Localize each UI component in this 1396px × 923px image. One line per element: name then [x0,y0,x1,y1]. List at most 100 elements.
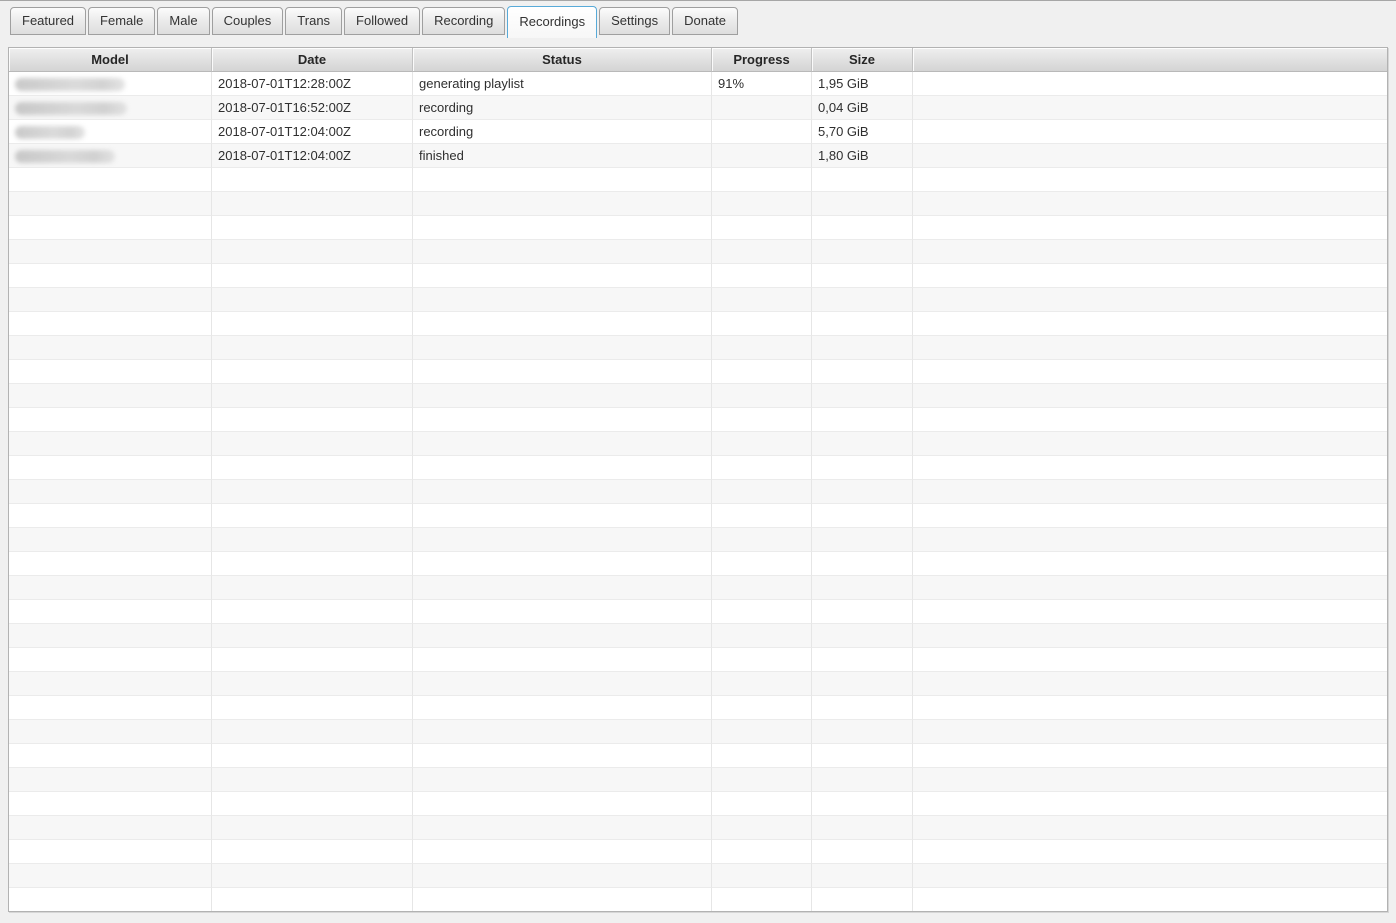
size-cell: 1,95 GiB [812,72,913,96]
model-cell [9,120,212,144]
table-row[interactable]: 2018-07-01T16:52:00Z recording 0,04 GiB [9,96,1387,120]
tab-followed[interactable]: Followed [344,7,420,35]
table-row-empty [9,600,1387,624]
empty-cell [812,576,913,600]
empty-cell [712,432,812,456]
empty-cell [913,816,1387,840]
table-row[interactable]: 2018-07-01T12:04:00Z recording 5,70 GiB [9,120,1387,144]
empty-cell [9,720,212,744]
table-row-empty [9,408,1387,432]
empty-cell [212,288,413,312]
empty-cell [812,288,913,312]
empty-cell [212,864,413,888]
empty-cell [913,240,1387,264]
tab-featured[interactable]: Featured [10,7,86,35]
empty-cell [913,600,1387,624]
empty-cell [413,480,712,504]
column-header-size[interactable]: Size [812,48,913,72]
tab-recording[interactable]: Recording [422,7,505,35]
empty-cell [413,264,712,288]
empty-cell [913,840,1387,864]
empty-cell [913,360,1387,384]
empty-cell [9,672,212,696]
empty-cell [413,192,712,216]
empty-cell [812,384,913,408]
empty-cell [913,672,1387,696]
empty-cell [9,312,212,336]
empty-cell [212,624,413,648]
progress-cell [712,96,812,120]
empty-cell [812,360,913,384]
status-cell: recording [413,96,712,120]
empty-cell [212,840,413,864]
column-header-progress[interactable]: Progress [712,48,812,72]
empty-cell [812,744,913,768]
date-cell: 2018-07-01T16:52:00Z [212,96,413,120]
empty-cell [212,504,413,528]
size-cell: 0,04 GiB [812,96,913,120]
empty-cell [812,840,913,864]
empty-cell [913,192,1387,216]
table-row-empty [9,168,1387,192]
column-header-status[interactable]: Status [413,48,712,72]
empty-cell [812,480,913,504]
table-row-empty [9,360,1387,384]
table-row-empty [9,576,1387,600]
empty-cell [913,624,1387,648]
empty-cell [812,240,913,264]
table-row[interactable]: 2018-07-01T12:28:00Z generating playlist… [9,72,1387,96]
table-row-empty [9,672,1387,696]
empty-cell [712,648,812,672]
tab-trans[interactable]: Trans [285,7,342,35]
empty-cell [212,744,413,768]
empty-cell [9,744,212,768]
empty-cell [812,408,913,432]
table-row-empty [9,840,1387,864]
table-row[interactable]: 2018-07-01T12:04:00Z finished 1,80 GiB [9,144,1387,168]
tab-donate[interactable]: Donate [672,7,738,35]
tab-bar: Featured Female Male Couples Trans Follo… [0,1,1396,35]
empty-cell [413,240,712,264]
redacted-model-name [15,102,127,115]
table-row-empty [9,288,1387,312]
empty-cell [9,168,212,192]
empty-cell [413,288,712,312]
empty-cell [413,216,712,240]
table-row-empty [9,864,1387,888]
empty-cell [913,408,1387,432]
table-row-empty [9,696,1387,720]
tab-couples[interactable]: Couples [212,7,284,35]
tab-male[interactable]: Male [157,7,209,35]
empty-cell [812,216,913,240]
empty-cell [212,384,413,408]
empty-cell [212,192,413,216]
progress-cell [712,144,812,168]
empty-cell [712,408,812,432]
tab-recordings[interactable]: Recordings [507,6,597,38]
empty-cell [212,648,413,672]
date-cell: 2018-07-01T12:04:00Z [212,120,413,144]
empty-cell [812,192,913,216]
empty-cell [9,768,212,792]
empty-cell [9,456,212,480]
table-row-empty [9,192,1387,216]
column-header-date[interactable]: Date [212,48,413,72]
empty-cell [812,336,913,360]
empty-cell [812,432,913,456]
empty-cell [712,696,812,720]
empty-cell [9,432,212,456]
empty-cell [212,264,413,288]
table-row-empty [9,384,1387,408]
tab-settings[interactable]: Settings [599,7,670,35]
empty-cell [413,552,712,576]
tab-female[interactable]: Female [88,7,155,35]
empty-cell [413,528,712,552]
empty-cell [212,528,413,552]
empty-cell [913,864,1387,888]
empty-cell [812,168,913,192]
empty-cell [9,696,212,720]
empty-cell [913,288,1387,312]
empty-cell [413,600,712,624]
table-row-empty [9,552,1387,576]
column-header-model[interactable]: Model [9,48,212,72]
